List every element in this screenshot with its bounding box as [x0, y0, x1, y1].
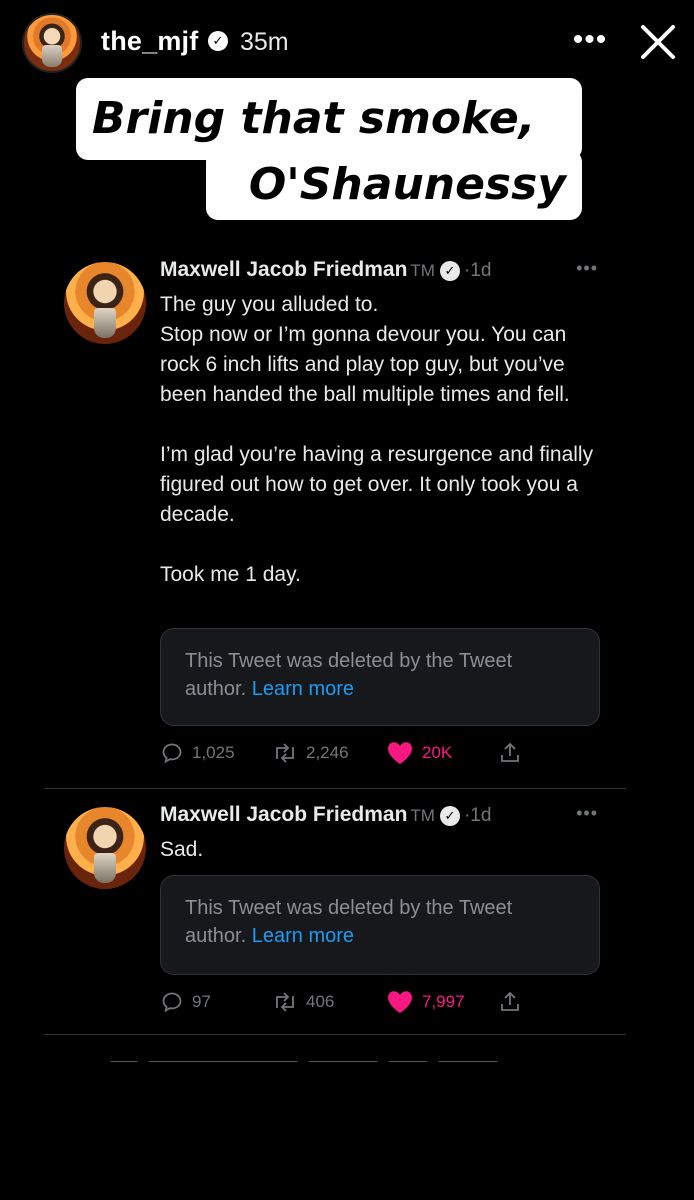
story-username[interactable]: the_mjf — [101, 26, 198, 57]
share-button[interactable] — [498, 736, 522, 770]
tweet-divider — [44, 788, 626, 789]
like-icon — [388, 991, 412, 1013]
retweet-count: 406 — [306, 992, 335, 1011]
cropped-next-tweet — [110, 1052, 590, 1062]
retweet-icon — [276, 992, 294, 1012]
tweet-header: Maxwell Jacob Friedman TM ✓ ·1d — [160, 258, 491, 288]
tweet-divider — [44, 1034, 626, 1035]
more-options-icon[interactable]: ••• — [576, 803, 598, 824]
retweet-button[interactable]: 2,246 — [272, 736, 349, 770]
like-button[interactable]: 20K — [386, 736, 452, 770]
caption-sticker-line-1: Bring that smoke, — [76, 78, 582, 160]
verified-badge-icon: ✓ — [439, 806, 460, 826]
tweet-author-name[interactable]: Maxwell Jacob Friedman — [160, 803, 407, 826]
tweet-paragraph: The guy you alluded to. Stop now or I’m … — [160, 293, 570, 406]
learn-more-link[interactable]: Learn more — [252, 678, 354, 700]
tweet-timestamp[interactable]: 1d — [470, 805, 491, 826]
story-timestamp: 35m — [240, 28, 289, 56]
tweet-paragraph: Took me 1 day. — [160, 563, 301, 586]
reply-button[interactable]: 1,025 — [160, 736, 235, 770]
reply-count: 97 — [192, 992, 211, 1011]
like-icon — [388, 742, 412, 764]
more-options-icon[interactable]: ••• — [576, 258, 598, 279]
reply-icon — [162, 743, 182, 764]
trademark-label: TM — [410, 261, 435, 280]
tweet-timestamp[interactable]: 1d — [470, 260, 491, 281]
retweet-icon — [276, 743, 294, 763]
like-count: 20K — [422, 743, 453, 762]
tweet-text: Sad. — [160, 835, 600, 865]
tweet-header: Maxwell Jacob Friedman TM ✓ ·1d — [160, 803, 491, 833]
like-count: 7,997 — [422, 992, 465, 1011]
tweet-avatar[interactable] — [64, 807, 146, 889]
like-button[interactable]: 7,997 — [386, 985, 465, 1019]
tweet-card[interactable]: Maxwell Jacob Friedman TM ✓ ·1d ••• Sad. Th… — [40, 795, 628, 1035]
deleted-quote-box: This Tweet was deleted by the Tweet auth… — [160, 628, 600, 726]
close-icon[interactable] — [636, 20, 680, 64]
share-icon — [501, 991, 519, 1011]
verified-badge-icon: ✓ — [439, 261, 460, 281]
deleted-quote-box: This Tweet was deleted by the Tweet auth… — [160, 875, 600, 975]
caption-sticker-line-2: O'Shaunessy — [206, 150, 582, 220]
tweet-text: The guy you alluded to. Stop now or I’m … — [160, 290, 600, 590]
share-button[interactable] — [498, 985, 522, 1019]
tweet-paragraph: I’m glad you’re having a resurgence and … — [160, 443, 594, 526]
more-options-icon[interactable]: ••• — [570, 22, 610, 58]
tweet-avatar[interactable] — [64, 262, 146, 344]
learn-more-link[interactable]: Learn more — [252, 925, 354, 947]
share-icon — [501, 742, 519, 762]
reply-button[interactable]: 97 — [160, 985, 211, 1019]
verified-badge-icon: ✓ — [208, 31, 228, 51]
reply-icon — [162, 992, 182, 1013]
tweet-author-name[interactable]: Maxwell Jacob Friedman — [160, 258, 407, 281]
trademark-label: TM — [410, 806, 435, 825]
reply-count: 1,025 — [192, 743, 235, 762]
tweet-card[interactable]: Maxwell Jacob Friedman TM ✓ ·1d ••• The guy… — [40, 250, 628, 788]
story-avatar[interactable] — [22, 13, 82, 73]
retweet-button[interactable]: 406 — [272, 985, 334, 1019]
story-header: the_mjf ✓ 35m ••• — [0, 0, 694, 84]
tweet-paragraph: Sad. — [160, 838, 204, 861]
retweet-count: 2,246 — [306, 743, 349, 762]
